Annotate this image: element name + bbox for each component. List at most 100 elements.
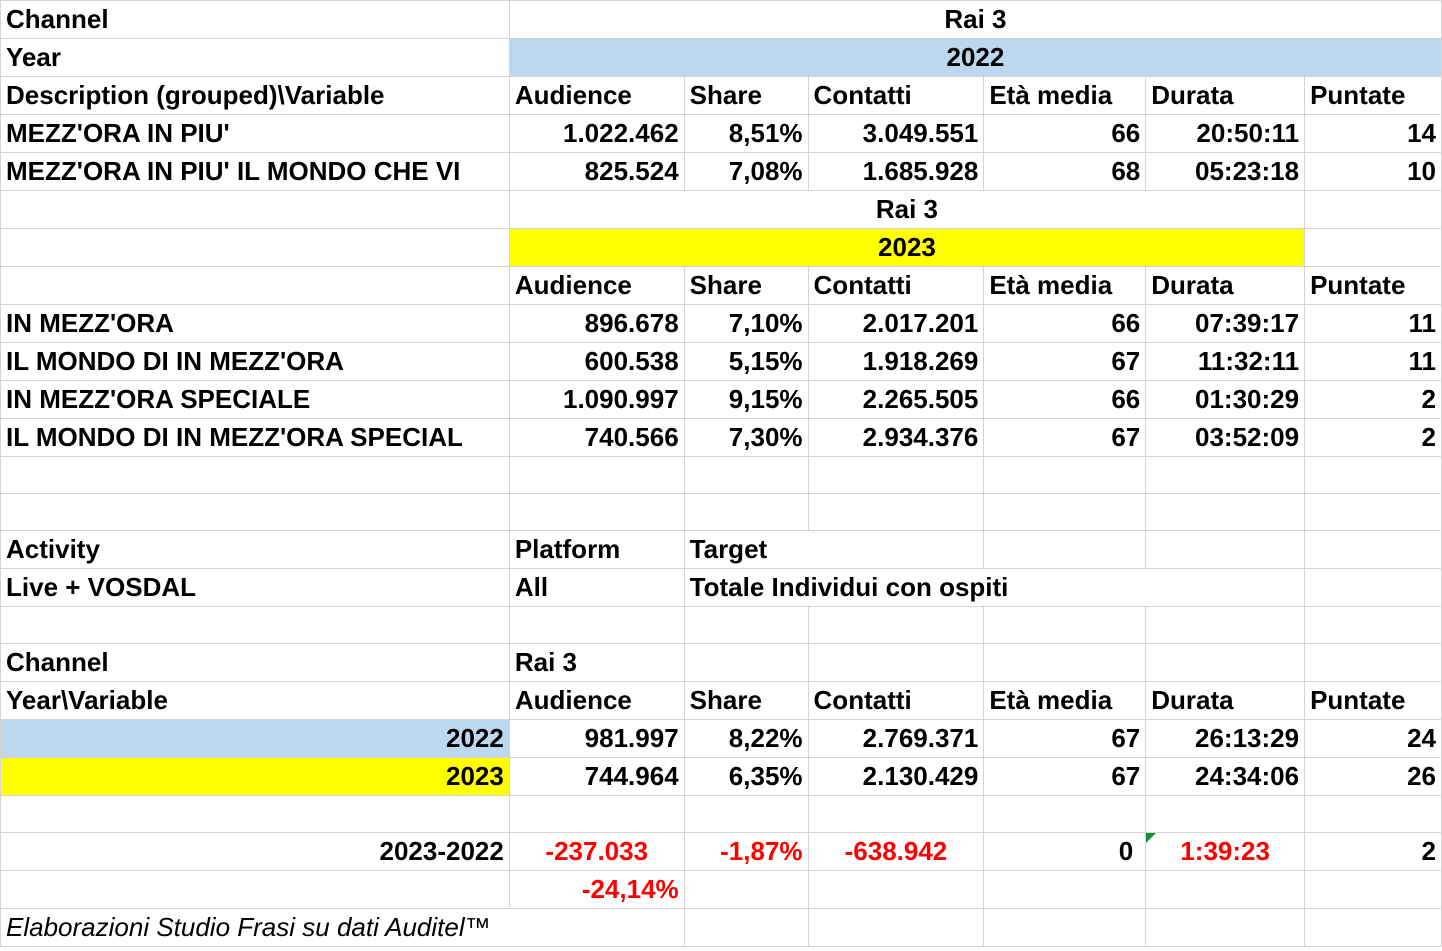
cell-empty[interactable] (508, 606, 685, 644)
cell-empty[interactable] (1145, 530, 1306, 569)
cell-channel-value[interactable]: Rai 3 (508, 0, 1442, 39)
cell-empty[interactable] (1304, 606, 1442, 644)
cell-contatti[interactable]: 2.769.371 (807, 719, 985, 758)
cell-durata[interactable]: 01:30:29 (1145, 380, 1306, 419)
cell-empty[interactable] (807, 908, 985, 947)
cell-diff-durata[interactable]: 1:39:23 (1145, 832, 1306, 871)
cell-eta-media[interactable]: 67 (983, 342, 1147, 381)
cell-puntate[interactable]: 26 (1304, 757, 1442, 796)
cell-diff-audience-pct[interactable]: -24,14% (508, 870, 685, 909)
col-header-contatti[interactable]: Contatti (807, 681, 985, 720)
cell-empty[interactable] (683, 606, 809, 644)
cell-desc[interactable]: IL MONDO DI IN MEZZ'ORA SPECIAL (0, 418, 510, 457)
cell-year-2022[interactable]: 2022 (508, 38, 1442, 77)
cell-empty[interactable] (1304, 568, 1442, 607)
cell-year-2023[interactable]: 2023 (508, 228, 1306, 267)
cell-empty[interactable] (983, 493, 1147, 531)
cell-share[interactable]: 7,30% (683, 418, 809, 457)
cell-empty[interactable] (0, 190, 510, 229)
cell-empty[interactable] (983, 908, 1147, 947)
col-header-eta-media[interactable]: Età media (983, 681, 1147, 720)
cell-empty[interactable] (1304, 190, 1442, 229)
cell-empty[interactable] (683, 870, 809, 909)
cell-empty[interactable] (1145, 456, 1306, 494)
cell-audience[interactable]: 1.090.997 (508, 380, 685, 419)
cell-channel-label[interactable]: Channel (0, 0, 510, 39)
cell-empty[interactable] (0, 870, 510, 909)
cell-year-2023[interactable]: 2023 (0, 757, 510, 796)
cell-contatti[interactable]: 2.265.505 (807, 380, 985, 419)
cell-empty[interactable] (1304, 228, 1442, 267)
cell-diff-audience[interactable]: -237.033 (508, 832, 685, 871)
cell-share[interactable]: 8,22% (683, 719, 809, 758)
col-header-audience[interactable]: Audience (508, 266, 685, 305)
cell-empty[interactable] (683, 643, 809, 682)
cell-audience[interactable]: 825.524 (508, 152, 685, 191)
cell-share[interactable]: 9,15% (683, 380, 809, 419)
cell-puntate[interactable]: 11 (1304, 342, 1442, 381)
cell-share[interactable]: 8,51% (683, 114, 809, 153)
col-header-contatti[interactable]: Contatti (807, 76, 985, 115)
cell-diff-puntate[interactable]: 2 (1304, 832, 1442, 871)
col-header-puntate[interactable]: Puntate (1304, 681, 1442, 720)
cell-audience[interactable]: 896.678 (508, 304, 685, 343)
cell-empty[interactable] (1304, 870, 1442, 909)
cell-target-value[interactable]: Totale Individui con ospiti (683, 568, 1306, 607)
cell-share[interactable]: 7,10% (683, 304, 809, 343)
cell-diff-contatti[interactable]: -638.942 (807, 832, 985, 871)
cell-eta-media[interactable]: 68 (983, 152, 1147, 191)
cell-empty[interactable] (983, 643, 1147, 682)
cell-platform-value[interactable]: All (508, 568, 685, 607)
cell-empty[interactable] (508, 493, 685, 531)
cell-diff-label[interactable]: 2023-2022 (0, 832, 510, 871)
cell-empty[interactable] (1304, 493, 1442, 531)
cell-eta-media[interactable]: 67 (983, 719, 1147, 758)
col-header-durata[interactable]: Durata (1145, 266, 1306, 305)
cell-summary-channel-label[interactable]: Channel (0, 643, 510, 682)
col-header-eta-media[interactable]: Età media (983, 76, 1147, 115)
cell-empty[interactable] (508, 456, 685, 494)
cell-empty[interactable] (0, 795, 510, 833)
cell-puntate[interactable]: 10 (1304, 152, 1442, 191)
col-header-durata[interactable]: Durata (1145, 76, 1306, 115)
cell-durata[interactable]: 20:50:11 (1145, 114, 1306, 153)
cell-empty[interactable] (807, 643, 985, 682)
cell-audience[interactable]: 740.566 (508, 418, 685, 457)
cell-contatti[interactable]: 1.685.928 (807, 152, 985, 191)
cell-puntate[interactable]: 14 (1304, 114, 1442, 153)
cell-contatti[interactable]: 2.017.201 (807, 304, 985, 343)
cell-contatti[interactable]: 3.049.551 (807, 114, 985, 153)
cell-empty[interactable] (0, 266, 510, 305)
cell-empty[interactable] (0, 456, 510, 494)
cell-audience[interactable]: 981.997 (508, 719, 685, 758)
col-header-eta-media[interactable]: Età media (983, 266, 1147, 305)
cell-audience[interactable]: 600.538 (508, 342, 685, 381)
cell-empty[interactable] (807, 456, 985, 494)
cell-channel-value-2023[interactable]: Rai 3 (508, 190, 1306, 229)
cell-durata[interactable]: 11:32:11 (1145, 342, 1306, 381)
cell-desc[interactable]: MEZZ'ORA IN PIU' IL MONDO CHE VI (0, 152, 510, 191)
cell-desc[interactable]: IN MEZZ'ORA (0, 304, 510, 343)
cell-empty[interactable] (983, 606, 1147, 644)
cell-empty[interactable] (0, 493, 510, 531)
cell-share[interactable]: 5,15% (683, 342, 809, 381)
cell-empty[interactable] (1145, 908, 1306, 947)
cell-empty[interactable] (508, 795, 685, 833)
cell-header-label[interactable]: Description (grouped)\Variable (0, 76, 510, 115)
cell-platform-label[interactable]: Platform (508, 530, 685, 569)
cell-empty[interactable] (1145, 606, 1306, 644)
cell-year-2022[interactable]: 2022 (0, 719, 510, 758)
cell-empty[interactable] (807, 870, 985, 909)
cell-desc[interactable]: IN MEZZ'ORA SPECIALE (0, 380, 510, 419)
cell-puntate[interactable]: 2 (1304, 418, 1442, 457)
cell-activity-label[interactable]: Activity (0, 530, 510, 569)
cell-puntate[interactable]: 2 (1304, 380, 1442, 419)
col-header-share[interactable]: Share (683, 266, 809, 305)
cell-eta-media[interactable]: 67 (983, 757, 1147, 796)
cell-empty[interactable] (1145, 493, 1306, 531)
cell-empty[interactable] (1304, 530, 1442, 569)
cell-empty[interactable] (1304, 908, 1442, 947)
cell-empty[interactable] (683, 493, 809, 531)
cell-empty[interactable] (807, 795, 985, 833)
cell-desc[interactable]: MEZZ'ORA IN PIU' (0, 114, 510, 153)
